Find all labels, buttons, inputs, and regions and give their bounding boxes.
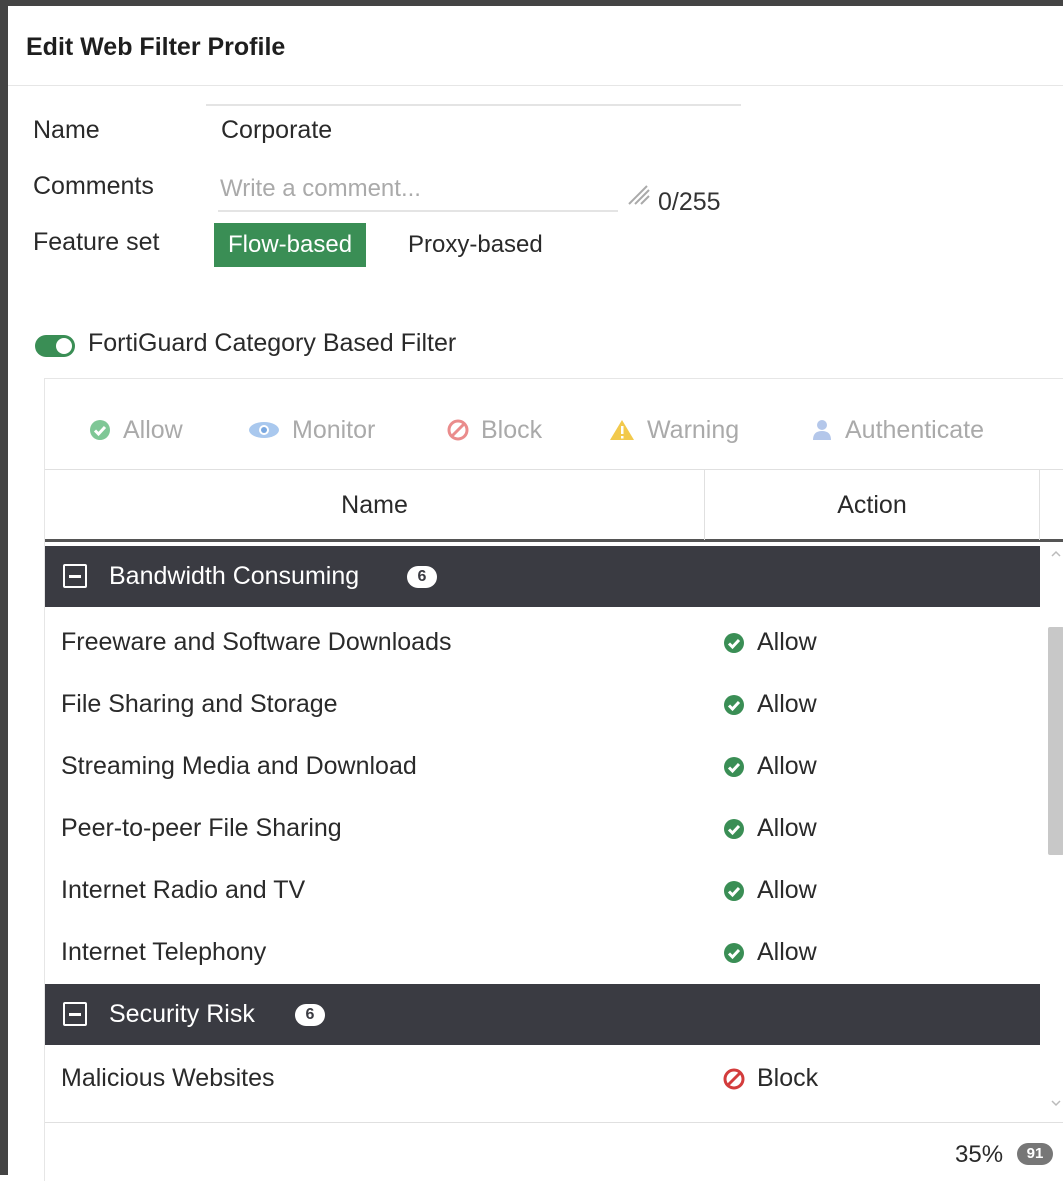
- table-row[interactable]: File Sharing and Storage Allow: [45, 673, 1040, 735]
- action-label: Allow: [757, 938, 817, 966]
- collapse-icon[interactable]: [63, 564, 87, 588]
- authenticate-action-button[interactable]: Authenticate: [811, 415, 984, 445]
- group-row-security-risk[interactable]: Security Risk 6: [45, 984, 1040, 1045]
- comment-char-count: 0/255: [658, 188, 721, 216]
- check-circle-icon: [724, 942, 744, 963]
- table-scrollbar[interactable]: [1048, 542, 1063, 1122]
- group-count-badge: 6: [295, 1004, 325, 1026]
- category-action: Allow: [723, 690, 817, 719]
- textarea-resize-icon[interactable]: [625, 184, 651, 206]
- table-row[interactable]: Freeware and Software Downloads Allow: [45, 611, 1040, 673]
- group-count-badge: 6: [407, 566, 437, 588]
- group-label: Bandwidth Consuming: [109, 562, 360, 590]
- category-filter-panel: Allow Monitor Block Warning Authenticate…: [44, 378, 1063, 1182]
- group-label: Security Risk: [109, 1000, 255, 1028]
- table-row[interactable]: Internet Telephony Allow: [45, 921, 1040, 983]
- proxy-based-button[interactable]: Proxy-based: [394, 223, 557, 267]
- category-action: Allow: [723, 752, 817, 781]
- category-name: Malicious Websites: [61, 1064, 275, 1092]
- action-label: Allow: [757, 876, 817, 904]
- category-action: Allow: [723, 938, 817, 967]
- scrollbar-thumb[interactable]: [1048, 627, 1063, 855]
- dialog-titlebar: Edit Web Filter Profile: [8, 6, 1063, 86]
- action-label: Allow: [757, 752, 817, 780]
- group-row-bandwidth-consuming[interactable]: Bandwidth Consuming 6: [45, 546, 1040, 607]
- authenticate-action-label: Authenticate: [845, 415, 984, 444]
- check-circle-icon: [90, 420, 110, 440]
- name-field[interactable]: Corporate: [221, 116, 332, 145]
- block-icon: [447, 419, 469, 441]
- category-name: Streaming Media and Download: [61, 752, 417, 780]
- collapse-icon[interactable]: [63, 1002, 87, 1026]
- monitor-action-button[interactable]: Monitor: [248, 415, 375, 445]
- dialog-title: Edit Web Filter Profile: [26, 33, 286, 61]
- block-action-button[interactable]: Block: [447, 415, 542, 445]
- eye-icon: [249, 422, 279, 438]
- feature-set-label: Feature set: [33, 228, 160, 256]
- column-header-name[interactable]: Name: [45, 470, 705, 540]
- block-action-label: Block: [481, 415, 543, 444]
- table-header: Name Action: [45, 469, 1063, 542]
- table-row[interactable]: Streaming Media and Download Allow: [45, 735, 1040, 797]
- edit-web-filter-dialog: Edit Web Filter Profile Name Corporate C…: [0, 0, 1063, 1182]
- check-circle-icon: [724, 632, 744, 653]
- action-label: Allow: [757, 814, 817, 842]
- category-name: File Sharing and Storage: [61, 690, 338, 718]
- monitor-action-label: Monitor: [292, 415, 376, 444]
- comments-label: Comments: [33, 172, 154, 200]
- table-footer: 35% 91: [45, 1122, 1063, 1182]
- action-label: Allow: [757, 628, 817, 656]
- category-action: Allow: [723, 814, 817, 843]
- allow-action-button[interactable]: Allow: [89, 415, 183, 445]
- fortiguard-toggle[interactable]: [35, 335, 75, 357]
- column-header-action[interactable]: Action: [705, 470, 1040, 540]
- category-name: Internet Telephony: [61, 938, 267, 966]
- warning-icon: [610, 420, 634, 440]
- action-label: Allow: [757, 690, 817, 718]
- category-name: Peer-to-peer File Sharing: [61, 814, 342, 842]
- check-circle-icon: [724, 880, 744, 901]
- action-toolbar: Allow Monitor Block Warning Authenticate: [45, 379, 1063, 469]
- comments-input[interactable]: [218, 168, 618, 212]
- flow-based-button[interactable]: Flow-based: [214, 223, 367, 267]
- name-field-border: [206, 104, 741, 106]
- category-name: Internet Radio and TV: [61, 876, 306, 904]
- total-count-badge: 91: [1017, 1143, 1053, 1165]
- warning-action-label: Warning: [647, 415, 740, 444]
- allow-action-label: Allow: [123, 415, 183, 444]
- user-icon: [813, 420, 831, 440]
- scroll-up-icon[interactable]: [1050, 548, 1062, 560]
- block-icon: [723, 1068, 745, 1089]
- category-action: Allow: [723, 628, 817, 657]
- category-name: Freeware and Software Downloads: [61, 628, 452, 656]
- scroll-percent: 35%: [955, 1141, 1004, 1168]
- check-circle-icon: [724, 694, 744, 715]
- table-row[interactable]: Internet Radio and TV Allow: [45, 859, 1040, 921]
- table-row[interactable]: Peer-to-peer File Sharing Allow: [45, 797, 1040, 859]
- toggle-knob: [56, 338, 72, 354]
- category-action: Block: [723, 1064, 818, 1093]
- fortiguard-label: FortiGuard Category Based Filter: [88, 329, 457, 357]
- scroll-down-icon[interactable]: [1050, 1097, 1062, 1109]
- category-action: Allow: [723, 876, 817, 905]
- check-circle-icon: [724, 818, 744, 839]
- action-label: Block: [757, 1064, 819, 1092]
- name-label: Name: [33, 116, 100, 144]
- warning-action-button[interactable]: Warning: [609, 415, 739, 445]
- check-circle-icon: [724, 756, 744, 777]
- table-row[interactable]: Malicious Websites Block: [45, 1047, 1040, 1109]
